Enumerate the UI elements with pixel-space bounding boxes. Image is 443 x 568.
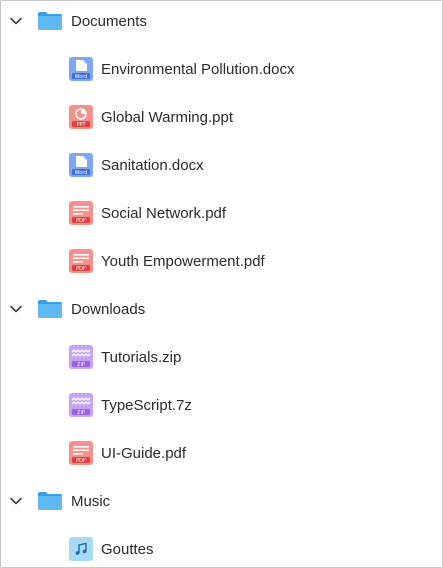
- tree-file-label: Tutorials.zip: [101, 348, 182, 366]
- tree-file-label: Gouttes: [101, 540, 154, 558]
- folder-icon: [37, 299, 63, 319]
- svg-text:ZIP: ZIP: [77, 410, 85, 416]
- svg-text:PPT: PPT: [76, 122, 86, 128]
- tree-file-item[interactable]: ZIP Tutorials.zip: [1, 333, 442, 381]
- audio-file-icon: [69, 537, 93, 561]
- word-doc-icon: Word: [69, 57, 93, 81]
- tree-file-item[interactable]: PDF Social Network.pdf: [1, 189, 442, 237]
- svg-text:PDF: PDF: [76, 266, 86, 272]
- pdf-doc-icon: PDF: [69, 201, 93, 225]
- tree-file-label: TypeScript.7z: [101, 396, 192, 414]
- tree-file-item[interactable]: Word Sanitation.docx: [1, 141, 442, 189]
- tree-folder-downloads[interactable]: Downloads: [1, 285, 442, 333]
- chevron-down-icon[interactable]: [7, 300, 25, 318]
- tree-file-label: Global Warming.ppt: [101, 108, 233, 126]
- tree-file-item[interactable]: PDF Youth Empowerment.pdf: [1, 237, 442, 285]
- tree-file-item[interactable]: PDF UI-Guide.pdf: [1, 429, 442, 477]
- pdf-doc-icon: PDF: [69, 249, 93, 273]
- tree-folder-documents[interactable]: Documents: [1, 1, 442, 45]
- tree-file-label: Environmental Pollution.docx: [101, 60, 295, 78]
- folder-icon: [37, 491, 63, 511]
- ppt-doc-icon: PPT: [69, 105, 93, 129]
- svg-text:Word: Word: [75, 74, 88, 80]
- tree-folder-label: Downloads: [71, 300, 146, 318]
- tree-file-label: Sanitation.docx: [101, 156, 204, 174]
- chevron-down-icon[interactable]: [7, 12, 25, 30]
- pdf-doc-icon: PDF: [69, 441, 93, 465]
- tree-folder-music[interactable]: Music: [1, 477, 442, 525]
- zip-doc-icon: ZIP: [69, 393, 93, 417]
- tree-folder-label: Music: [71, 492, 111, 510]
- tree-file-item[interactable]: ZIP TypeScript.7z: [1, 381, 442, 429]
- folder-icon: [37, 11, 63, 31]
- chevron-down-icon[interactable]: [7, 492, 25, 510]
- svg-text:ZIP: ZIP: [77, 362, 85, 368]
- zip-doc-icon: ZIP: [69, 345, 93, 369]
- svg-text:PDF: PDF: [76, 458, 86, 464]
- file-tree: Documents Word Environmental Pollution.d…: [0, 0, 443, 568]
- word-doc-icon: Word: [69, 153, 93, 177]
- tree-file-label: Social Network.pdf: [101, 204, 227, 222]
- svg-text:PDF: PDF: [76, 218, 86, 224]
- tree-file-label: UI-Guide.pdf: [101, 444, 187, 462]
- svg-text:Word: Word: [75, 170, 88, 176]
- tree-folder-label: Documents: [71, 12, 147, 30]
- tree-file-item[interactable]: Word Environmental Pollution.docx: [1, 45, 442, 93]
- tree-file-item[interactable]: PPT Global Warming.ppt: [1, 93, 442, 141]
- tree-file-item[interactable]: Gouttes: [1, 525, 442, 567]
- tree-file-label: Youth Empowerment.pdf: [101, 252, 265, 270]
